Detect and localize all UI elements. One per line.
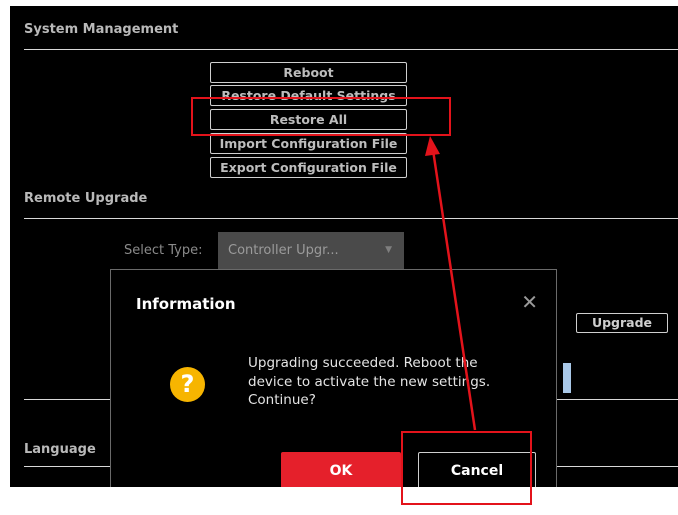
import-configuration-file-button[interactable]: Import Configuration File: [210, 133, 407, 154]
reboot-button[interactable]: Reboot: [210, 62, 407, 83]
remote-upgrade-title: Remote Upgrade: [24, 191, 148, 206]
system-management-title: System Management: [24, 22, 179, 37]
chevron-down-icon: ▼: [385, 245, 392, 255]
cancel-button[interactable]: Cancel: [418, 452, 536, 487]
information-dialog: Information ✕ ? Upgrading succeeded. Reb…: [110, 269, 557, 487]
language-title: Language: [24, 442, 96, 457]
section-divider: [24, 49, 678, 50]
select-type-label: Select Type:: [124, 243, 203, 258]
export-configuration-file-button[interactable]: Export Configuration File: [210, 157, 407, 178]
upgrade-type-value: Controller Upgr...: [228, 243, 339, 258]
restore-all-button[interactable]: Restore All: [210, 109, 407, 130]
question-icon: ?: [170, 367, 205, 402]
close-icon[interactable]: ✕: [521, 292, 538, 312]
upgrade-button[interactable]: Upgrade: [576, 313, 668, 333]
ok-button[interactable]: OK: [281, 452, 401, 487]
settings-panel: System Management Reboot Restore Default…: [10, 6, 678, 487]
upgrade-progress-bar: [563, 363, 571, 393]
section-divider: [24, 218, 678, 219]
dialog-message: Upgrading succeeded. Reboot the device t…: [248, 355, 491, 408]
upgrade-type-select[interactable]: Controller Upgr... ▼: [218, 232, 404, 269]
restore-default-settings-button[interactable]: Restore Default Settings: [210, 85, 407, 106]
dialog-title: Information: [136, 295, 236, 313]
